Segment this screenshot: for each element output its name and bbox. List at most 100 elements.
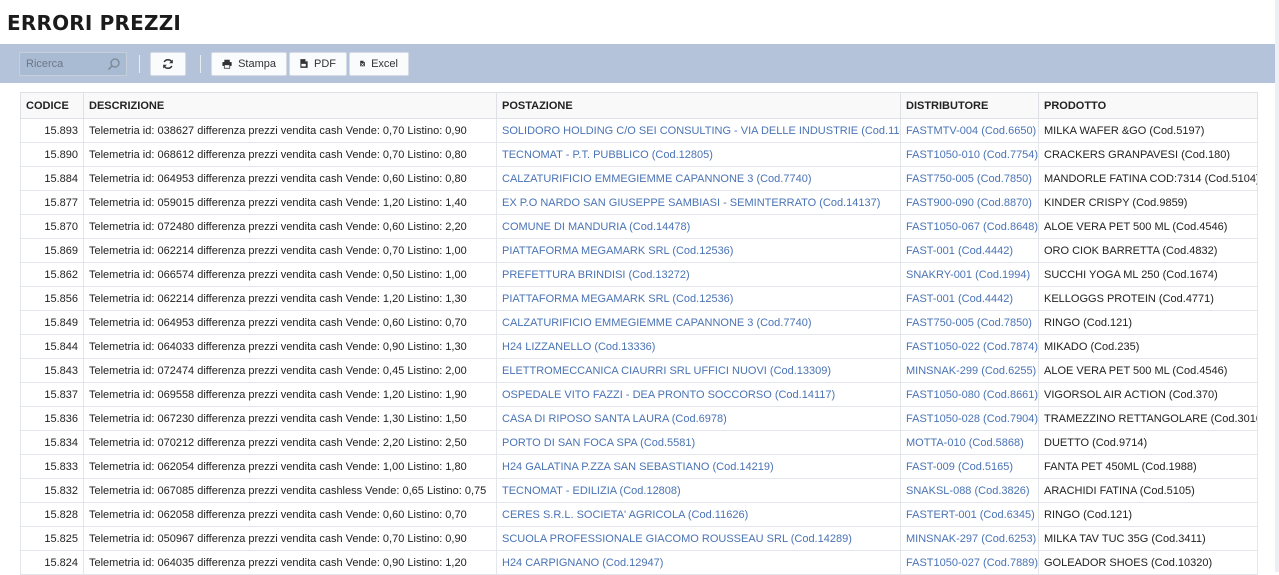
cell-distributore-link[interactable]: MINSNAK-297 (Cod.6253) xyxy=(900,526,1039,551)
cell-codice: 15.869 xyxy=(20,238,84,263)
column-header-descrizione[interactable]: DESCRIZIONE xyxy=(83,92,497,119)
cell-distributore-link[interactable]: MINSNAK-299 (Cod.6255) xyxy=(900,358,1039,383)
cell-distributore-link[interactable]: FAST1050-067 (Cod.8648) xyxy=(900,214,1039,239)
printer-icon xyxy=(222,59,232,69)
table-row[interactable]: 15.870 Telemetria id: 072480 differenza p… xyxy=(20,214,1258,239)
table-row[interactable]: 15.884 Telemetria id: 064953 differenza p… xyxy=(20,166,1258,191)
cell-distributore-link[interactable]: FAST1050-080 (Cod.8661) xyxy=(900,382,1039,407)
table-row[interactable]: 15.828 Telemetria id: 062058 differenza p… xyxy=(20,502,1258,527)
table-row[interactable]: 15.893 Telemetria id: 038627 differenza p… xyxy=(20,118,1258,143)
cell-codice: 15.890 xyxy=(20,142,84,167)
cell-prodotto: SUCCHI YOGA ML 250 (Cod.1674) xyxy=(1038,262,1258,287)
cell-descrizione: Telemetria id: 072480 differenza prezzi … xyxy=(83,214,497,239)
price-errors-table: CODICE DESCRIZIONE POSTAZIONE DISTRIBUTO… xyxy=(20,92,1258,575)
cell-postazione-link[interactable]: OSPEDALE VITO FAZZI - DEA PRONTO SOCCORS… xyxy=(496,382,901,407)
cell-postazione-link[interactable]: TECNOMAT - P.T. PUBBLICO (Cod.12805) xyxy=(496,142,901,167)
cell-descrizione: Telemetria id: 064953 differenza prezzi … xyxy=(83,310,497,335)
cell-descrizione: Telemetria id: 068612 differenza prezzi … xyxy=(83,142,497,167)
cell-distributore-link[interactable]: FAST1050-010 (Cod.7754) xyxy=(900,142,1039,167)
cell-prodotto: TRAMEZZINO RETTANGOLARE (Cod.3010) xyxy=(1038,406,1258,431)
cell-postazione-link[interactable]: CERES S.R.L. SOCIETA' AGRICOLA (Cod.1162… xyxy=(496,502,901,527)
table-row[interactable]: 15.837 Telemetria id: 069558 differenza p… xyxy=(20,382,1258,407)
cell-distributore-link[interactable]: MOTTA-010 (Cod.5868) xyxy=(900,430,1039,455)
cell-postazione-link[interactable]: PIATTAFORMA MEGAMARK SRL (Cod.12536) xyxy=(496,286,901,311)
pdf-button[interactable]: PDF xyxy=(289,51,347,76)
toolbar: Stampa PDF Excel xyxy=(0,44,1275,83)
cell-postazione-link[interactable]: EX P.O NARDO SAN GIUSEPPE SAMBIASI - SEM… xyxy=(496,190,901,215)
cell-postazione-link[interactable]: ELETTROMECCANICA CIAURRI SRL UFFICI NUOV… xyxy=(496,358,901,383)
cell-postazione-link[interactable]: H24 CARPIGNANO (Cod.12947) xyxy=(496,550,901,575)
pdf-button-label: PDF xyxy=(314,57,336,70)
cell-descrizione: Telemetria id: 064953 differenza prezzi … xyxy=(83,166,497,191)
cell-postazione-link[interactable]: H24 LIZZANELLO (Cod.13336) xyxy=(496,334,901,359)
column-header-codice[interactable]: CODICE xyxy=(20,92,84,119)
cell-distributore-link[interactable]: FAST750-005 (Cod.7850) xyxy=(900,166,1039,191)
search-box xyxy=(19,51,127,76)
cell-descrizione: Telemetria id: 069558 differenza prezzi … xyxy=(83,382,497,407)
cell-distributore-link[interactable]: FAST1050-027 (Cod.7889) xyxy=(900,550,1039,575)
cell-distributore-link[interactable]: FAST-001 (Cod.4442) xyxy=(900,238,1039,263)
column-header-prodotto[interactable]: PRODOTTO xyxy=(1038,92,1258,119)
table-row[interactable]: 15.834 Telemetria id: 070212 differenza p… xyxy=(20,430,1258,455)
cell-distributore-link[interactable]: FAST1050-022 (Cod.7874) xyxy=(900,334,1039,359)
cell-postazione-link[interactable]: CALZATURIFICIO EMMEGIEMME CAPANNONE 3 (C… xyxy=(496,310,901,335)
cell-postazione-link[interactable]: TECNOMAT - EDILIZIA (Cod.12808) xyxy=(496,478,901,503)
cell-postazione-link[interactable]: PORTO DI SAN FOCA SPA (Cod.5581) xyxy=(496,430,901,455)
table-header-row: CODICE DESCRIZIONE POSTAZIONE DISTRIBUTO… xyxy=(20,92,1258,119)
column-header-distributore[interactable]: DISTRIBUTORE xyxy=(900,92,1039,119)
table-row[interactable]: 15.825 Telemetria id: 050967 differenza p… xyxy=(20,526,1258,551)
cell-distributore-link[interactable]: FAST750-005 (Cod.7850) xyxy=(900,310,1039,335)
cell-distributore-link[interactable]: SNAKRY-001 (Cod.1994) xyxy=(900,262,1039,287)
cell-distributore-link[interactable]: FAST-009 (Cod.5165) xyxy=(900,454,1039,479)
column-header-postazione[interactable]: POSTAZIONE xyxy=(496,92,901,119)
cell-postazione-link[interactable]: CASA DI RIPOSO SANTA LAURA (Cod.6978) xyxy=(496,406,901,431)
page: ERRORI PREZZI Stampa xyxy=(0,0,1279,575)
cell-postazione-link[interactable]: SCUOLA PROFESSIONALE GIACOMO ROUSSEAU SR… xyxy=(496,526,901,551)
cell-distributore-link[interactable]: FAST1050-028 (Cod.7904) xyxy=(900,406,1039,431)
cell-codice: 15.836 xyxy=(20,406,84,431)
excel-button[interactable]: Excel xyxy=(349,51,409,76)
cell-postazione-link[interactable]: SOLIDORO HOLDING C/O SEI CONSULTING - VI… xyxy=(496,118,901,143)
price-errors-table-container: CODICE DESCRIZIONE POSTAZIONE DISTRIBUTO… xyxy=(20,92,1258,575)
table-row[interactable]: 15.849 Telemetria id: 064953 differenza p… xyxy=(20,310,1258,335)
cell-distributore-link[interactable]: SNAKSL-088 (Cod.3826) xyxy=(900,478,1039,503)
cell-postazione-link[interactable]: H24 GALATINA P.ZZA SAN SEBASTIANO (Cod.1… xyxy=(496,454,901,479)
table-row[interactable]: 15.869 Telemetria id: 062214 differenza p… xyxy=(20,238,1258,263)
cell-descrizione: Telemetria id: 062058 differenza prezzi … xyxy=(83,502,497,527)
table-row[interactable]: 15.836 Telemetria id: 067230 differenza p… xyxy=(20,406,1258,431)
cell-postazione-link[interactable]: PIATTAFORMA MEGAMARK SRL (Cod.12536) xyxy=(496,238,901,263)
cell-codice: 15.828 xyxy=(20,502,84,527)
table-row[interactable]: 15.843 Telemetria id: 072474 differenza p… xyxy=(20,358,1258,383)
table-row[interactable]: 15.890 Telemetria id: 068612 differenza p… xyxy=(20,142,1258,167)
table-row[interactable]: 15.877 Telemetria id: 059015 differenza p… xyxy=(20,190,1258,215)
cell-codice: 15.843 xyxy=(20,358,84,383)
refresh-button[interactable] xyxy=(150,51,186,76)
cell-descrizione: Telemetria id: 059015 differenza prezzi … xyxy=(83,190,497,215)
cell-postazione-link[interactable]: CALZATURIFICIO EMMEGIEMME CAPANNONE 3 (C… xyxy=(496,166,901,191)
cell-codice: 15.837 xyxy=(20,382,84,407)
cell-descrizione: Telemetria id: 062214 differenza prezzi … xyxy=(83,286,497,311)
cell-prodotto: MANDORLE FATINA COD:7314 (Cod.5104) xyxy=(1038,166,1258,191)
print-button[interactable]: Stampa xyxy=(211,51,287,76)
cell-descrizione: Telemetria id: 038627 differenza prezzi … xyxy=(83,118,497,143)
table-body: 15.893 Telemetria id: 038627 differenza p… xyxy=(20,118,1258,575)
cell-postazione-link[interactable]: PREFETTURA BRINDISI (Cod.13272) xyxy=(496,262,901,287)
cell-distributore-link[interactable]: FAST-001 (Cod.4442) xyxy=(900,286,1039,311)
cell-distributore-link[interactable]: FAST900-090 (Cod.8870) xyxy=(900,190,1039,215)
table-row[interactable]: 15.862 Telemetria id: 066574 differenza p… xyxy=(20,262,1258,287)
table-row[interactable]: 15.844 Telemetria id: 064033 differenza p… xyxy=(20,334,1258,359)
search-icon[interactable] xyxy=(107,57,121,71)
cell-codice: 15.849 xyxy=(20,310,84,335)
cell-distributore-link[interactable]: FASTMTV-004 (Cod.6650) xyxy=(900,118,1039,143)
table-row[interactable]: 15.832 Telemetria id: 067085 differenza p… xyxy=(20,478,1258,503)
table-row[interactable]: 15.824 Telemetria id: 064035 differenza p… xyxy=(20,550,1258,575)
cell-prodotto: GOLEADOR SHOES (Cod.10320) xyxy=(1038,550,1258,575)
table-row[interactable]: 15.856 Telemetria id: 062214 differenza p… xyxy=(20,286,1258,311)
cell-prodotto: ALOE VERA PET 500 ML (Cod.4546) xyxy=(1038,214,1258,239)
cell-codice: 15.834 xyxy=(20,430,84,455)
cell-postazione-link[interactable]: COMUNE DI MANDURIA (Cod.14478) xyxy=(496,214,901,239)
table-row[interactable]: 15.833 Telemetria id: 062054 differenza p… xyxy=(20,454,1258,479)
cell-codice: 15.862 xyxy=(20,262,84,287)
cell-prodotto: CRACKERS GRANPAVESI (Cod.180) xyxy=(1038,142,1258,167)
cell-distributore-link[interactable]: FASTERT-001 (Cod.6345) xyxy=(900,502,1039,527)
